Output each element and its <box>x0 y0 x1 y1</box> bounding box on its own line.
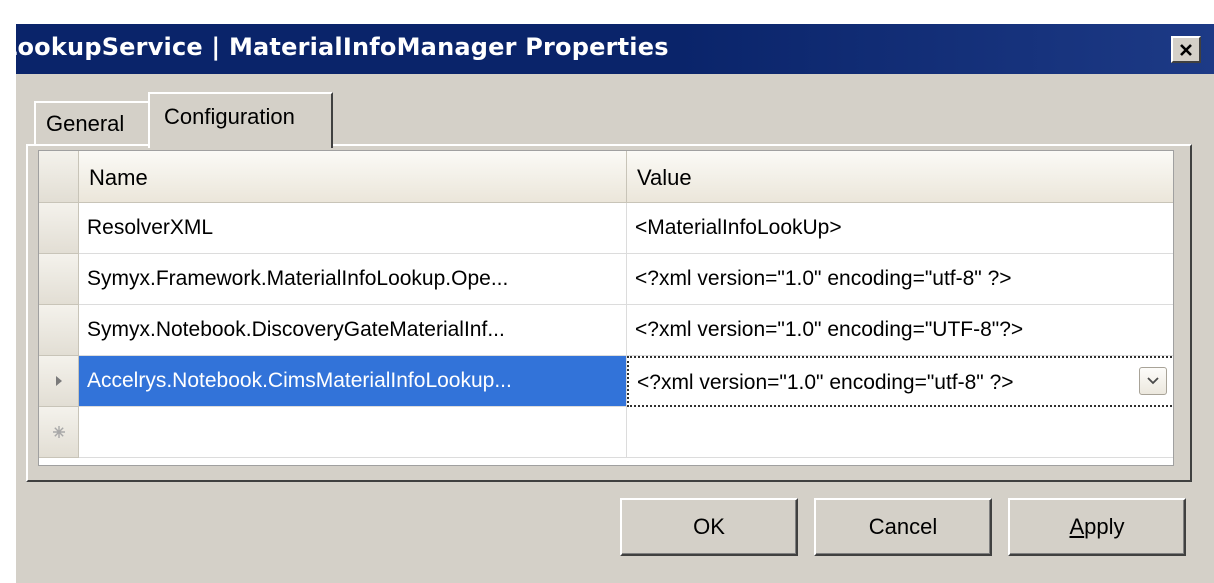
column-header-name-label: Name <box>89 165 148 190</box>
table-row-name-cell-selected[interactable]: Accelrys.Notebook.CimsMaterialInfoLookup… <box>79 356 627 407</box>
cancel-button[interactable]: Cancel <box>814 498 992 556</box>
tab-general-label: General <box>46 111 125 136</box>
table-row-name-cell[interactable]: ResolverXML <box>79 203 627 254</box>
table-row-value-cell[interactable]: <?xml version="1.0" encoding="UTF-8"?> <box>627 305 1173 356</box>
value-dropdown-button[interactable] <box>1139 367 1167 395</box>
configuration-grid: Name Value ResolverXML <MaterialInfoLook… <box>38 150 1174 466</box>
close-button[interactable] <box>1171 36 1201 63</box>
tab-configuration[interactable]: Configuration <box>148 92 333 148</box>
close-icon <box>1180 43 1192 56</box>
row-header[interactable] <box>39 305 79 356</box>
row-header-new[interactable] <box>39 407 79 458</box>
window-title: LookupService | MaterialInfoManager Prop… <box>16 33 669 61</box>
row-header-current[interactable] <box>39 356 79 407</box>
table-row-value-cell[interactable]: <?xml version="1.0" encoding="utf-8" ?> <box>627 254 1173 305</box>
new-row-value-cell[interactable] <box>627 407 1173 458</box>
tab-configuration-label: Configuration <box>164 104 295 129</box>
tab-general[interactable]: General <box>34 101 152 145</box>
row-header[interactable] <box>39 203 79 254</box>
chevron-down-icon <box>1147 377 1159 385</box>
table-row-value-cell-editing[interactable]: <?xml version="1.0" encoding="utf-8" ?> <box>627 356 1173 407</box>
column-header-value[interactable]: Value <box>627 151 1173 203</box>
new-row-name-cell[interactable] <box>79 407 627 458</box>
triangle-right-icon <box>55 376 62 386</box>
table-row-value-cell[interactable]: <MaterialInfoLookUp> <box>627 203 1173 254</box>
grid-corner-header[interactable] <box>39 151 79 203</box>
asterisk-icon <box>52 426 65 438</box>
table-row-name-cell[interactable]: Symyx.Notebook.DiscoveryGateMaterialInf.… <box>79 305 627 356</box>
properties-dialog: LookupService | MaterialInfoManager Prop… <box>14 24 1214 583</box>
column-header-name[interactable]: Name <box>79 151 627 203</box>
table-row-name-cell[interactable]: Symyx.Framework.MaterialInfoLookup.Ope..… <box>79 254 627 305</box>
apply-label-mnemonic: A <box>1069 514 1085 539</box>
title-bar[interactable]: LookupService | MaterialInfoManager Prop… <box>16 24 1214 74</box>
column-header-value-label: Value <box>637 165 692 190</box>
row-header[interactable] <box>39 254 79 305</box>
apply-button[interactable]: Apply <box>1008 498 1186 556</box>
ok-button[interactable]: OK <box>620 498 798 556</box>
apply-label-rest: pply <box>1084 514 1125 539</box>
value-cell-text: <?xml version="1.0" encoding="utf-8" ?> <box>637 371 1014 394</box>
